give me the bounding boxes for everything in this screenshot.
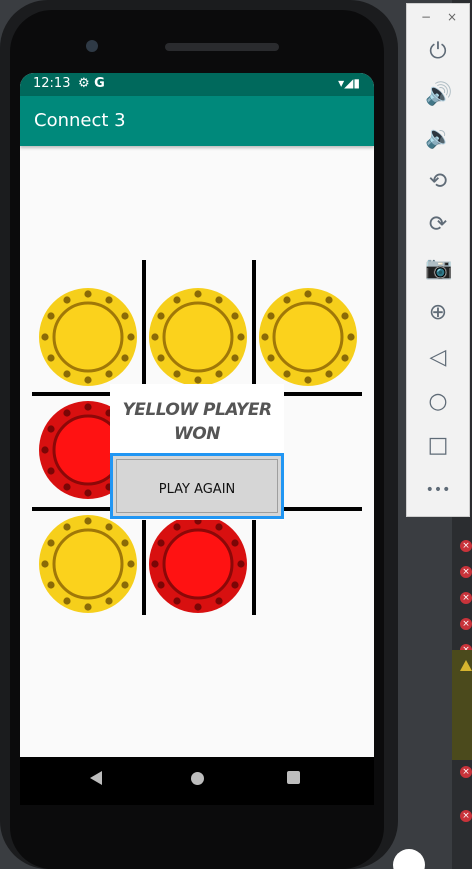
yellow-chip[interactable] — [38, 514, 138, 614]
volume-up-icon[interactable]: 🔊 — [425, 82, 452, 108]
rotate-right-icon[interactable]: ⟳ — [425, 212, 451, 238]
winner-message-line-2: WON — [174, 424, 220, 444]
back-icon[interactable]: ◁ — [425, 345, 451, 371]
close-icon[interactable]: × — [447, 10, 457, 24]
nav-back-icon[interactable] — [90, 771, 102, 785]
emulator-toolbar: − × ⏻ 🔊 🔉 ⟲ ⟳ 📷 ⊕ ◁ ○ □ ••• — [406, 3, 470, 517]
status-system-icons: ▾◢▮ — [338, 76, 360, 90]
error-icon: × — [460, 618, 472, 630]
play-again-button-face: PLAY AGAIN — [116, 459, 278, 513]
nav-recents-icon[interactable] — [287, 771, 300, 784]
yellow-chip[interactable] — [148, 287, 248, 387]
nav-home-icon[interactable] — [191, 772, 204, 785]
winner-message-line-1: YELLOW PLAYER — [122, 400, 272, 420]
power-icon[interactable]: ⏻ — [425, 39, 451, 65]
error-icon: × — [460, 592, 472, 604]
toolbar-window-controls: − × — [407, 10, 469, 26]
more-icon[interactable]: ••• — [425, 477, 451, 503]
status-bar: 12:13 ⚙ G ▾◢▮ — [20, 73, 374, 96]
navigation-bar — [20, 757, 374, 805]
status-time: 12:13 — [33, 76, 71, 91]
minimize-icon[interactable]: − — [421, 10, 431, 24]
app-title: Connect 3 — [34, 110, 126, 131]
yellow-chip[interactable] — [38, 287, 138, 387]
app-bar: Connect 3 — [20, 96, 374, 146]
error-icon: × — [460, 566, 472, 578]
winner-message: YELLOW PLAYER WON — [110, 398, 284, 446]
front-camera — [86, 40, 98, 52]
warning-icon — [460, 660, 472, 671]
error-icon: × — [460, 766, 472, 778]
camera-icon[interactable]: 📷 — [425, 256, 452, 282]
zoom-icon[interactable]: ⊕ — [425, 300, 451, 326]
rotate-left-icon[interactable]: ⟲ — [425, 169, 451, 195]
play-again-button[interactable]: PLAY AGAIN — [110, 453, 284, 519]
overview-icon[interactable]: □ — [425, 433, 451, 459]
error-icon: × — [460, 810, 472, 822]
earpiece-speaker — [165, 43, 279, 51]
empty-cell[interactable] — [258, 514, 358, 614]
ide-logo — [393, 849, 425, 869]
play-again-label: PLAY AGAIN — [158, 482, 236, 497]
phone-frame: 12:13 ⚙ G ▾◢▮ Connect 3 YELLOW PLAYER WO… — [0, 0, 398, 869]
status-notification-icons: ⚙ G — [78, 76, 105, 91]
home-icon[interactable]: ○ — [425, 389, 451, 415]
yellow-chip[interactable] — [258, 287, 358, 387]
device-screen: 12:13 ⚙ G ▾◢▮ Connect 3 YELLOW PLAYER WO… — [20, 73, 374, 757]
volume-down-icon[interactable]: 🔉 — [425, 125, 452, 151]
error-icon: × — [460, 540, 472, 552]
red-chip[interactable] — [148, 514, 248, 614]
